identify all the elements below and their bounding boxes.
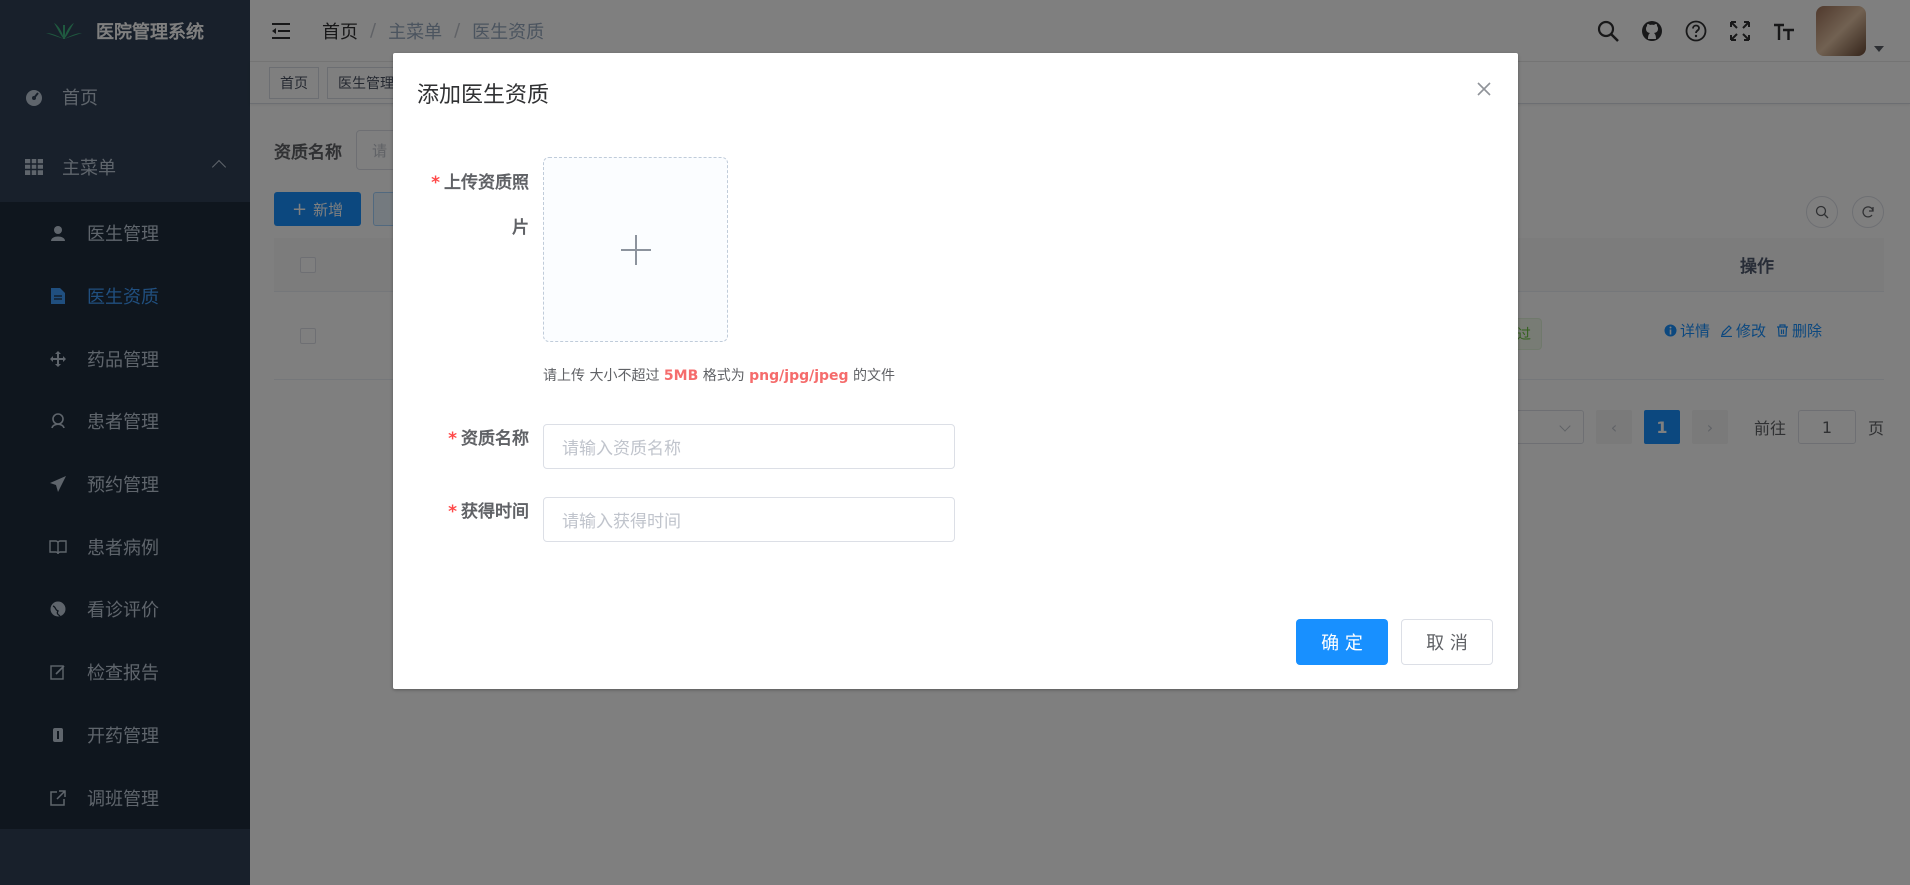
cancel-button[interactable]: 取 消 [1401, 619, 1493, 665]
name-label-text: 资质名称 [461, 429, 529, 449]
close-icon[interactable] [1474, 79, 1494, 99]
name-label: * 资质名称 [433, 424, 529, 449]
upload-tip-prefix: 请上传 大小不超过 [543, 368, 664, 384]
upload-tip: 请上传 大小不超过 5MB 格式为 png/jpg/jpeg 的文件 [543, 365, 895, 385]
upload-tip-mid: 格式为 [698, 368, 750, 384]
upload-label-line1: 上传资质照 [444, 173, 529, 193]
name-placeholder: 请输入资质名称 [562, 439, 681, 459]
required-mark: * [431, 173, 440, 193]
upload-tip-suffix: 的文件 [848, 368, 896, 384]
time-label-text: 获得时间 [461, 502, 529, 522]
time-label: * 获得时间 [433, 497, 529, 522]
upload-tip-formats: png/jpg/jpeg [749, 368, 849, 384]
confirm-button[interactable]: 确 定 [1296, 619, 1388, 665]
upload-label-line2: 片 [512, 218, 529, 238]
upload-tip-size: 5MB [663, 368, 699, 384]
obtain-time-input[interactable]: 请输入获得时间 [543, 497, 955, 542]
photo-uploader[interactable] [543, 157, 728, 342]
required-mark: * [448, 429, 457, 449]
dialog-title: 添加医生资质 [417, 83, 550, 108]
upload-label: * 上传资质照 片 [423, 161, 529, 251]
required-mark: * [448, 502, 457, 522]
plus-icon [620, 234, 651, 265]
add-qualification-dialog: 添加医生资质 * 上传资质照 片 请上传 大小不超过 5MB 格式为 png/jp… [393, 53, 1518, 689]
time-placeholder: 请输入获得时间 [562, 512, 681, 532]
qualification-name-input[interactable]: 请输入资质名称 [543, 424, 955, 469]
